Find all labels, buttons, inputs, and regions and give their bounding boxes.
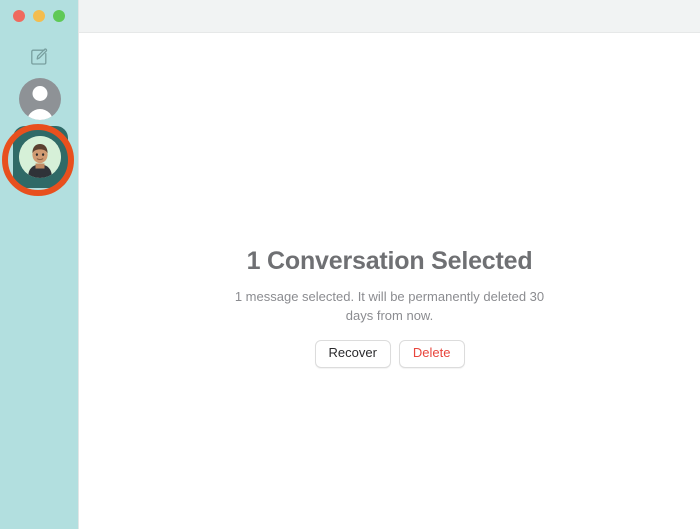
- compose-icon: [29, 47, 49, 67]
- recover-button[interactable]: Recover: [314, 339, 391, 368]
- main-area: 1 Conversation Selected 1 message select…: [78, 0, 700, 529]
- close-window-button[interactable]: [13, 10, 25, 22]
- maximize-window-button[interactable]: [53, 10, 65, 22]
- empty-state-title: 1 Conversation Selected: [246, 247, 533, 275]
- avatar-body: [26, 109, 54, 120]
- app-window: 1 Conversation Selected 1 message select…: [0, 0, 700, 529]
- window-controls: [13, 10, 65, 22]
- empty-state: 1 Conversation Selected 1 message select…: [79, 246, 700, 368]
- sidebar: [0, 0, 78, 529]
- compose-button[interactable]: [28, 46, 50, 68]
- sidebar-account-placeholder[interactable]: [19, 78, 61, 120]
- empty-state-actions: Recover Delete: [119, 339, 660, 368]
- delete-button[interactable]: Delete: [398, 339, 465, 368]
- conversation-content-area: 1 Conversation Selected 1 message select…: [79, 33, 700, 529]
- sidebar-account-memoji[interactable]: [19, 136, 61, 178]
- avatar-head: [32, 86, 48, 101]
- empty-state-subtitle: 1 message selected. It will be permanent…: [234, 289, 545, 323]
- toolbar: [79, 0, 700, 33]
- memoji-avatar-icon: [19, 136, 61, 178]
- minimize-window-button[interactable]: [33, 10, 45, 22]
